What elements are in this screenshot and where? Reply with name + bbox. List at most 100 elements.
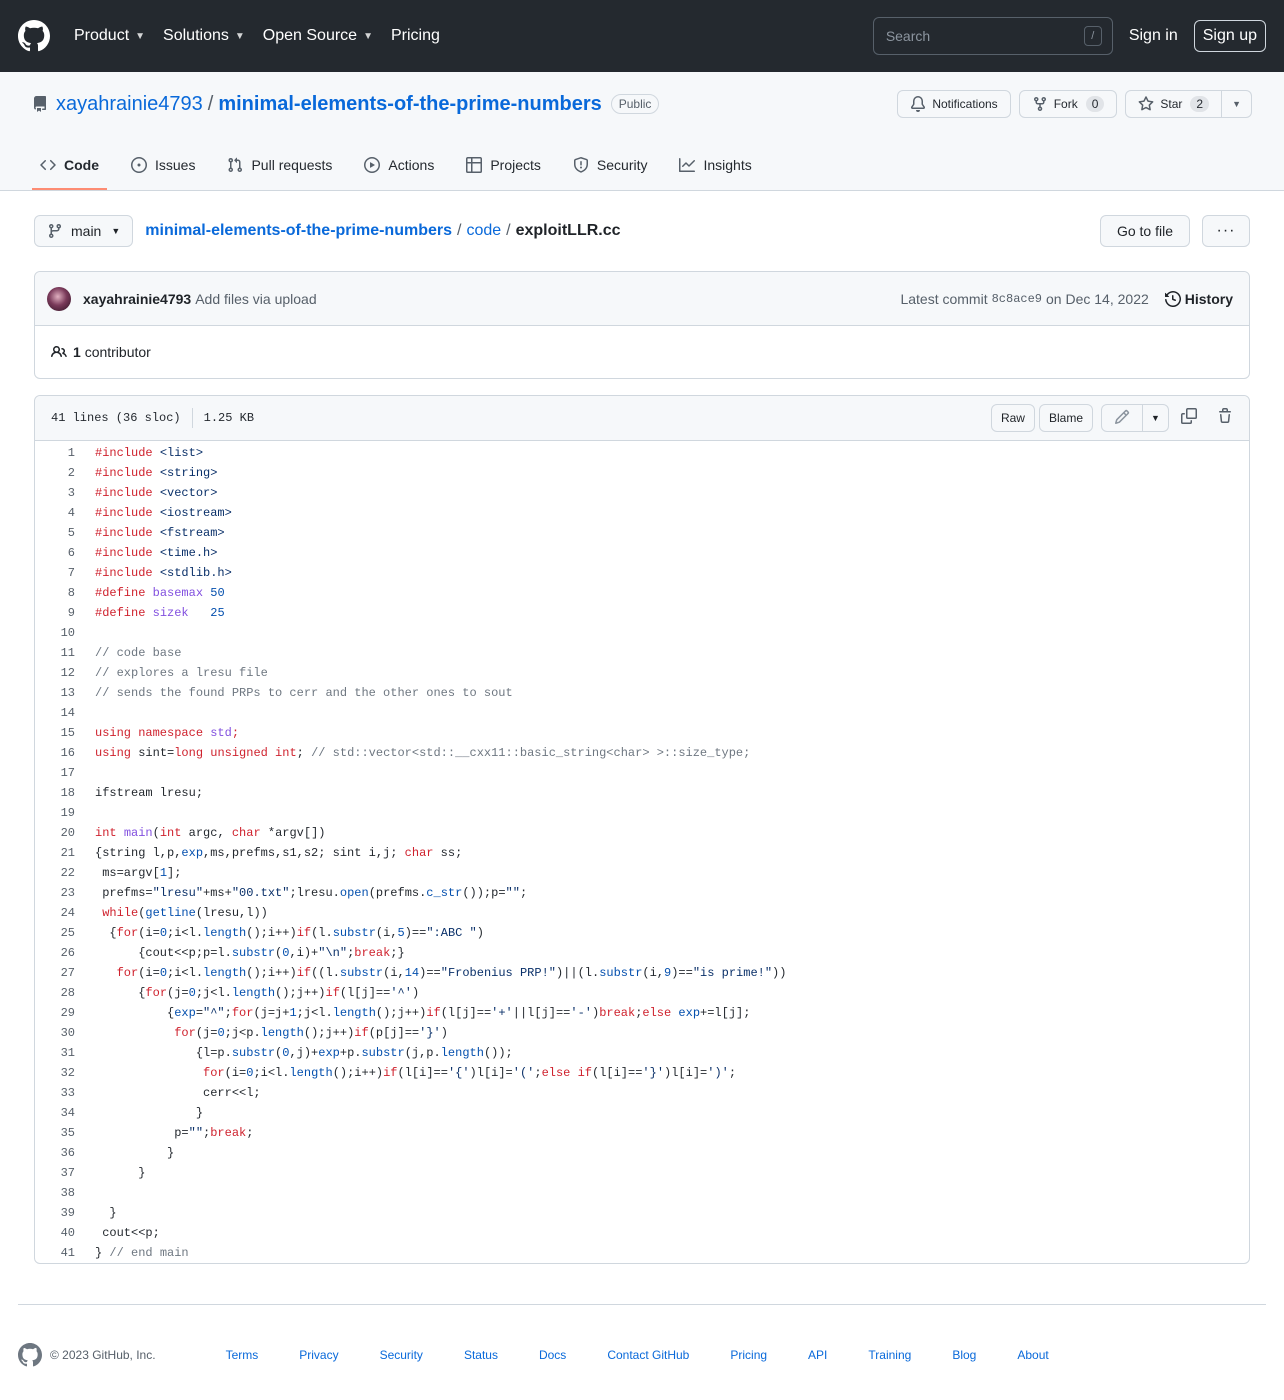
go-to-file-button[interactable]: Go to file <box>1099 215 1190 247</box>
footer-link-about[interactable]: About <box>1017 1348 1048 1362</box>
code-icon <box>40 157 56 173</box>
line-number[interactable]: 36 <box>35 1146 95 1160</box>
line-number[interactable]: 40 <box>35 1226 95 1240</box>
line-number[interactable]: 29 <box>35 1006 95 1020</box>
line-number[interactable]: 9 <box>35 606 95 620</box>
line-number[interactable]: 2 <box>35 466 95 480</box>
breadcrumb-dir-link[interactable]: code <box>466 222 501 240</box>
tab-code[interactable]: Code <box>32 142 107 190</box>
line-number[interactable]: 4 <box>35 506 95 520</box>
line-number[interactable]: 39 <box>35 1206 95 1220</box>
line-number[interactable]: 11 <box>35 646 95 660</box>
tab-insights[interactable]: Insights <box>671 142 759 190</box>
line-number[interactable]: 22 <box>35 866 95 880</box>
line-number[interactable]: 34 <box>35 1106 95 1120</box>
github-logo-icon[interactable] <box>18 20 50 52</box>
code-token: ());p= <box>462 886 506 900</box>
footer-link-training[interactable]: Training <box>868 1348 911 1362</box>
line-number[interactable]: 5 <box>35 526 95 540</box>
line-number[interactable]: 13 <box>35 686 95 700</box>
search-input[interactable]: Search / <box>872 17 1113 55</box>
line-number[interactable]: 41 <box>35 1246 95 1260</box>
commit-author-link[interactable]: xayahrainie4793 <box>83 291 191 307</box>
line-number[interactable]: 23 <box>35 886 95 900</box>
code-line: 11// code base <box>35 643 1249 663</box>
star-icon <box>1138 96 1154 112</box>
line-number[interactable]: 37 <box>35 1166 95 1180</box>
line-number[interactable]: 20 <box>35 826 95 840</box>
tab-pull-requests[interactable]: Pull requests <box>219 142 340 190</box>
line-number[interactable]: 1 <box>35 446 95 460</box>
code-token: )== <box>404 926 427 940</box>
tab-insights-label: Insights <box>703 157 752 173</box>
footer-link-blog[interactable]: Blog <box>952 1348 976 1362</box>
line-number[interactable]: 35 <box>35 1126 95 1140</box>
line-number[interactable]: 19 <box>35 806 95 820</box>
line-number[interactable]: 12 <box>35 666 95 680</box>
nav-pricing[interactable]: Pricing <box>391 27 440 45</box>
tab-projects[interactable]: Projects <box>458 142 549 190</box>
footer-link-pricing[interactable]: Pricing <box>730 1348 767 1362</box>
footer-link-status[interactable]: Status <box>464 1348 498 1362</box>
tab-issues[interactable]: Issues <box>123 142 203 190</box>
line-number[interactable]: 15 <box>35 726 95 740</box>
line-number[interactable]: 28 <box>35 986 95 1000</box>
global-header: Product ▼ Solutions ▼ Open Source ▼ Pricing… <box>0 0 1284 72</box>
star-dropdown-button[interactable]: ▼ <box>1222 90 1252 118</box>
nav-open-source[interactable]: Open Source ▼ <box>263 27 373 45</box>
line-number[interactable]: 25 <box>35 926 95 940</box>
star-button[interactable]: Star 2 <box>1125 90 1223 118</box>
line-number[interactable]: 26 <box>35 946 95 960</box>
raw-button[interactable]: Raw <box>990 404 1035 432</box>
line-number[interactable]: 3 <box>35 486 95 500</box>
commit-message-link[interactable]: Add files via upload <box>195 291 316 307</box>
repo-owner-link[interactable]: xayahrainie4793 <box>56 93 203 116</box>
line-number[interactable]: 16 <box>35 746 95 760</box>
tab-security[interactable]: Security <box>565 142 656 190</box>
line-number[interactable]: 8 <box>35 586 95 600</box>
github-mark-icon[interactable] <box>18 1342 42 1367</box>
blame-button[interactable]: Blame <box>1038 404 1093 432</box>
more-options-button[interactable]: ··· <box>1202 215 1250 247</box>
edit-dropdown-button[interactable]: ▼ <box>1143 404 1169 432</box>
footer-link-api[interactable]: API <box>808 1348 827 1362</box>
footer-link-terms[interactable]: Terms <box>226 1348 259 1362</box>
notifications-button[interactable]: Notifications <box>897 90 1011 118</box>
breadcrumb-repo-link[interactable]: minimal-elements-of-the-prime-numbers <box>145 222 452 240</box>
line-number[interactable]: 32 <box>35 1066 95 1080</box>
sign-up-button[interactable]: Sign up <box>1193 20 1266 52</box>
tab-code-label: Code <box>64 157 99 173</box>
line-number[interactable]: 33 <box>35 1086 95 1100</box>
copy-button[interactable] <box>1173 404 1205 432</box>
commit-sha-link[interactable]: 8c8ace9 <box>992 292 1042 306</box>
nav-product[interactable]: Product ▼ <box>74 27 145 45</box>
footer-link-contact[interactable]: Contact GitHub <box>607 1348 689 1362</box>
avatar[interactable] <box>47 286 71 311</box>
line-number[interactable]: 21 <box>35 846 95 860</box>
line-number[interactable]: 10 <box>35 626 95 640</box>
delete-button[interactable] <box>1209 404 1241 432</box>
line-number[interactable]: 38 <box>35 1186 95 1200</box>
fork-button[interactable]: Fork 0 <box>1018 90 1118 118</box>
nav-solutions[interactable]: Solutions ▼ <box>163 27 245 45</box>
line-number[interactable]: 30 <box>35 1026 95 1040</box>
branch-select-button[interactable]: main ▼ <box>34 215 134 247</box>
line-number[interactable]: 31 <box>35 1046 95 1060</box>
tab-actions[interactable]: Actions <box>356 142 442 190</box>
history-link[interactable]: History <box>1164 291 1233 307</box>
line-number[interactable]: 14 <box>35 706 95 720</box>
repo-name-link[interactable]: minimal-elements-of-the-prime-numbers <box>218 93 601 116</box>
footer-link-docs[interactable]: Docs <box>539 1348 566 1362</box>
sign-in-link[interactable]: Sign in <box>1129 27 1178 45</box>
footer-link-privacy[interactable]: Privacy <box>299 1348 338 1362</box>
edit-file-button[interactable] <box>1101 404 1143 432</box>
line-number[interactable]: 6 <box>35 546 95 560</box>
tab-actions-label: Actions <box>388 157 435 173</box>
footer-link-security[interactable]: Security <box>380 1348 423 1362</box>
line-number[interactable]: 7 <box>35 566 95 580</box>
line-number[interactable]: 17 <box>35 766 95 780</box>
contributors-count[interactable]: 1 <box>73 344 81 360</box>
line-number[interactable]: 18 <box>35 786 95 800</box>
line-number[interactable]: 24 <box>35 906 95 920</box>
line-number[interactable]: 27 <box>35 966 95 980</box>
